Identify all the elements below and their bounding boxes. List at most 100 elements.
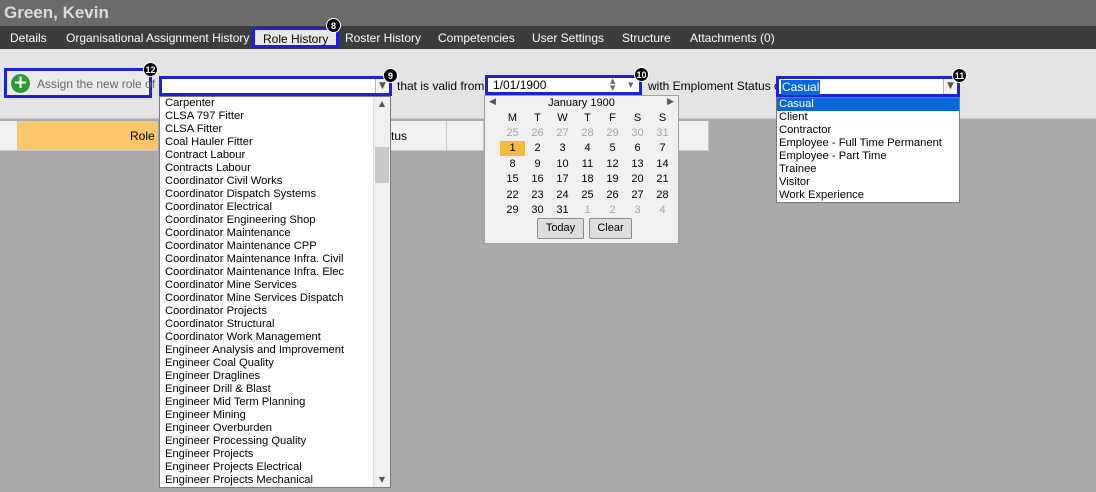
calendar-day[interactable]: 14: [650, 157, 675, 172]
calendar-day[interactable]: 29: [500, 203, 525, 218]
assign-role-button[interactable]: + Assign the new role of: [4, 68, 155, 98]
role-list-scrollbar[interactable]: ▲ ▼: [373, 97, 390, 487]
tab-role-history[interactable]: Role History: [252, 27, 340, 48]
role-option[interactable]: Engineer Processing Quality: [160, 435, 374, 448]
role-option[interactable]: Engineer Projects Mechanical: [160, 474, 374, 487]
calendar-day[interactable]: 8: [500, 157, 525, 172]
tab-user-settings[interactable]: User Settings: [532, 30, 604, 46]
calendar-day[interactable]: 25: [575, 188, 600, 203]
calendar-day[interactable]: 4: [575, 141, 600, 156]
calendar-day[interactable]: 25: [500, 126, 525, 141]
calendar-day[interactable]: 1: [500, 141, 525, 157]
role-option[interactable]: Engineer Overburden: [160, 422, 374, 435]
role-option[interactable]: Coordinator Civil Works: [160, 175, 374, 188]
role-option[interactable]: Coordinator Maintenance: [160, 227, 374, 240]
calendar-day[interactable]: 10: [550, 157, 575, 172]
calendar-day[interactable]: 30: [525, 203, 550, 218]
status-option[interactable]: Work Experience: [777, 189, 959, 202]
calendar-day[interactable]: 28: [650, 188, 675, 203]
tab-attachments[interactable]: Attachments (0): [690, 30, 775, 46]
role-option[interactable]: Coal Hauler Fitter: [160, 136, 374, 149]
calendar-day[interactable]: 31: [550, 203, 575, 218]
role-option[interactable]: Coordinator Maintenance Infra. Elec: [160, 266, 374, 279]
calendar-day[interactable]: 9: [525, 157, 550, 172]
role-option[interactable]: Coordinator Maintenance CPP: [160, 240, 374, 253]
calendar-day[interactable]: 17: [550, 172, 575, 187]
role-option[interactable]: Coordinator Maintenance Infra. Civil: [160, 253, 374, 266]
employment-status-select[interactable]: Casual ▼: [776, 76, 960, 97]
role-select[interactable]: ▼: [159, 76, 392, 96]
calendar-day[interactable]: 28: [575, 126, 600, 141]
scrollbar-thumb[interactable]: [375, 147, 389, 183]
calendar-day[interactable]: 5: [600, 141, 625, 156]
role-option[interactable]: Engineer Projects: [160, 448, 374, 461]
calendar-day[interactable]: 26: [600, 188, 625, 203]
spin-icon[interactable]: ▲ ▼: [610, 78, 615, 92]
chevron-down-icon[interactable]: ▼: [628, 81, 633, 89]
grid-header-role[interactable]: Role: [18, 121, 158, 151]
role-option[interactable]: Coordinator Mine Services: [160, 279, 374, 292]
calendar-day[interactable]: 23: [525, 188, 550, 203]
role-option[interactable]: Contract Labour: [160, 149, 374, 162]
calendar-day[interactable]: 30: [625, 126, 650, 141]
role-option[interactable]: Coordinator Projects: [160, 305, 374, 318]
role-option[interactable]: Carpenter: [160, 97, 374, 110]
calendar-day[interactable]: 15: [500, 172, 525, 187]
role-option[interactable]: Coordinator Structural: [160, 318, 374, 331]
calendar-day[interactable]: 11: [575, 157, 600, 172]
calendar-day[interactable]: 7: [650, 141, 675, 156]
role-option[interactable]: Engineer Projects Electrical: [160, 461, 374, 474]
calendar-day[interactable]: 21: [650, 172, 675, 187]
status-option[interactable]: Visitor: [777, 176, 959, 189]
calendar-day[interactable]: 3: [550, 141, 575, 156]
calendar-day[interactable]: 13: [625, 157, 650, 172]
status-option[interactable]: Trainee: [777, 163, 959, 176]
calendar-day[interactable]: 20: [625, 172, 650, 187]
calendar-day[interactable]: 2: [525, 141, 550, 156]
calendar-day[interactable]: 4: [650, 203, 675, 218]
calendar-day[interactable]: 12: [600, 157, 625, 172]
role-option[interactable]: Coordinator Engineering Shop: [160, 214, 374, 227]
chevron-up-icon[interactable]: ▲: [374, 97, 390, 111]
role-option[interactable]: Engineer Analysis and Improvement: [160, 344, 374, 357]
clear-button[interactable]: Clear: [589, 218, 632, 239]
calendar-day[interactable]: 3: [625, 203, 650, 218]
calendar-day[interactable]: 26: [525, 126, 550, 141]
role-option[interactable]: CLSA Fitter: [160, 123, 374, 136]
tab-details[interactable]: Details: [10, 30, 47, 46]
valid-from-date-field[interactable]: 1/01/1900 ▲ ▼ ▼: [485, 75, 642, 95]
chevron-down-icon[interactable]: ▼: [374, 473, 390, 487]
status-option[interactable]: Client: [777, 111, 959, 124]
tab-organisational-assignment-history[interactable]: Organisational Assignment History: [66, 30, 249, 46]
calendar-day[interactable]: 18: [575, 172, 600, 187]
calendar-day[interactable]: 22: [500, 188, 525, 203]
role-dropdown-list[interactable]: Carpenter CLSA 797 Fitter CLSA Fitter Coal …: [159, 96, 391, 488]
grid-header-status[interactable]: tus: [391, 121, 447, 151]
employment-status-dropdown-list[interactable]: Casual Client Contractor Employee - Full Ti…: [776, 97, 960, 203]
calendar-day[interactable]: 16: [525, 172, 550, 187]
role-option[interactable]: Coordinator Electrical: [160, 201, 374, 214]
tab-competencies[interactable]: Competencies: [438, 30, 515, 46]
role-option[interactable]: Coordinator Mine Services Dispatch: [160, 292, 374, 305]
role-option[interactable]: Engineer Drill & Blast: [160, 383, 374, 396]
calendar-day[interactable]: 29: [600, 126, 625, 141]
calendar-day[interactable]: 1: [575, 203, 600, 218]
role-option[interactable]: Engineer Coal Quality: [160, 357, 374, 370]
calendar-day[interactable]: 2: [600, 203, 625, 218]
calendar-day[interactable]: 31: [650, 126, 675, 141]
status-option[interactable]: Employee - Part Time: [777, 150, 959, 163]
status-option[interactable]: Employee - Full Time Permanent: [777, 137, 959, 150]
tab-roster-history[interactable]: Roster History: [345, 30, 421, 46]
calendar-day[interactable]: 24: [550, 188, 575, 203]
status-option[interactable]: Casual: [777, 98, 959, 111]
calendar-day[interactable]: 27: [550, 126, 575, 141]
chevron-right-icon[interactable]: ▶: [667, 97, 674, 107]
role-option[interactable]: Engineer Draglines: [160, 370, 374, 383]
calendar-day[interactable]: 27: [625, 188, 650, 203]
calendar-day[interactable]: 19: [600, 172, 625, 187]
status-option[interactable]: Contractor: [777, 124, 959, 137]
calendar-day[interactable]: 6: [625, 141, 650, 156]
role-option[interactable]: CLSA 797 Fitter: [160, 110, 374, 123]
role-option[interactable]: Engineer Mining: [160, 409, 374, 422]
role-option[interactable]: Engineer Mid Term Planning: [160, 396, 374, 409]
